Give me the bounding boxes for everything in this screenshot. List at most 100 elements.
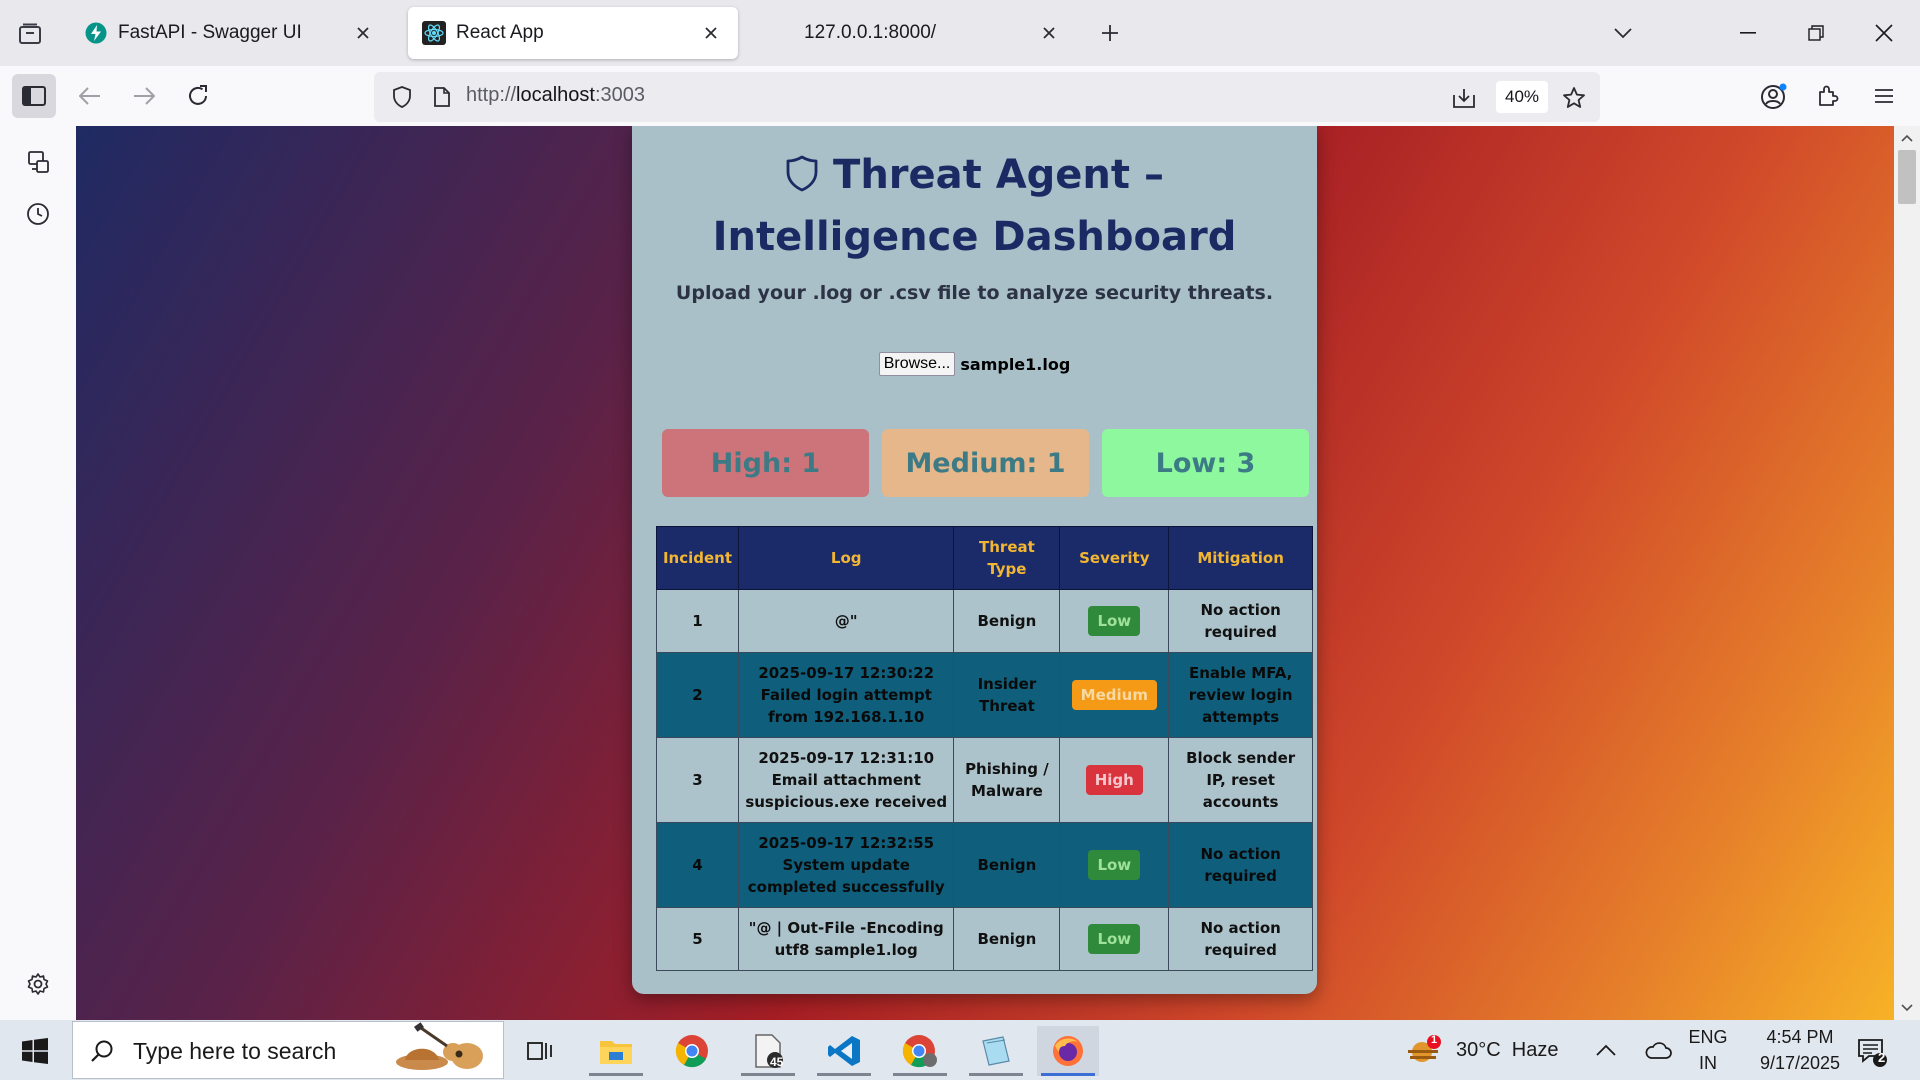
browse-button[interactable]: Browse...	[878, 352, 956, 376]
save-page-button[interactable]	[1446, 80, 1482, 116]
page-scrollbar[interactable]	[1894, 126, 1920, 1020]
page-viewport: Threat Agent – Intelligence Dashboard Up…	[76, 126, 1894, 1020]
mitigation-cell: No action required	[1168, 589, 1313, 653]
url-prefix: http://	[466, 84, 517, 106]
task-view-button[interactable]	[509, 1026, 571, 1076]
synced-tabs-button[interactable]	[18, 142, 58, 182]
bookmark-button[interactable]	[1556, 80, 1592, 116]
selected-file-name: sample1.log	[960, 354, 1071, 374]
files-app[interactable]: 45	[737, 1026, 799, 1076]
severity-cell: Low	[1059, 822, 1170, 908]
notification-count: 2	[1878, 1050, 1886, 1065]
close-icon[interactable]	[350, 20, 376, 46]
arrow-right-icon	[134, 87, 155, 105]
cloud-icon	[1645, 1042, 1672, 1059]
chevron-up-icon	[1596, 1044, 1616, 1056]
mitigation-cell: No action required	[1168, 907, 1313, 971]
severity-cell: Low	[1059, 589, 1170, 653]
notification-center-button[interactable]: 2	[1852, 1032, 1892, 1072]
table-row: 5 "@ | Out-File -Encoding utf8 sample1.l…	[656, 907, 1313, 971]
menu-button[interactable]	[1862, 74, 1906, 118]
scrollbar-thumb[interactable]	[1898, 150, 1916, 204]
new-tab-button[interactable]	[1091, 14, 1129, 52]
star-icon	[1563, 87, 1585, 108]
scroll-down-arrow-icon[interactable]	[1894, 996, 1920, 1020]
running-indicator	[817, 1073, 871, 1076]
windows-taskbar: Type here to search 45 1 30°C Haze ENG I…	[0, 1020, 1920, 1080]
dashboard-card: Threat Agent – Intelligence Dashboard Up…	[632, 126, 1317, 994]
account-icon	[1761, 83, 1787, 109]
file-count-badge: 45	[770, 1055, 784, 1069]
medium-severity-count: Medium: 1	[882, 429, 1089, 497]
page-info-icon[interactable]	[426, 81, 458, 113]
tab-label: FastAPI - Swagger UI	[118, 22, 302, 43]
page-title: Threat Agent – Intelligence Dashboard	[652, 146, 1297, 266]
account-button[interactable]	[1752, 74, 1796, 118]
back-button[interactable]	[68, 74, 112, 118]
tracking-protection-shield-icon[interactable]	[386, 81, 418, 113]
mitigation-cell: No action required	[1168, 822, 1313, 908]
download-icon	[1453, 89, 1475, 108]
input-language-indicator[interactable]: ENG IN	[1686, 1024, 1730, 1076]
list-all-tabs-button[interactable]	[1604, 14, 1642, 52]
restore-button[interactable]	[1788, 10, 1844, 56]
threat-type-cell: Insider Threat	[953, 652, 1061, 738]
weather-alert-badge: 1	[1431, 1034, 1438, 1046]
history-button[interactable]	[18, 194, 58, 234]
show-hidden-icons-button[interactable]	[1596, 1020, 1616, 1080]
tab-react-app[interactable]: React App	[408, 7, 738, 59]
column-header-log: Log	[737, 526, 955, 590]
running-indicator	[893, 1073, 947, 1076]
firefox-view-button[interactable]	[10, 14, 50, 54]
address-bar[interactable]: http://localhost:3003 40%	[374, 72, 1600, 122]
threat-type-cell: Benign	[953, 907, 1061, 971]
tab-localhost-8000[interactable]: 127.0.0.1:8000/	[756, 7, 1076, 59]
low-severity-count: Low: 3	[1102, 429, 1309, 497]
severity-badge: Medium	[1071, 680, 1157, 710]
sidebar-toggle-button[interactable]	[12, 74, 56, 118]
firefox-app[interactable]	[1037, 1026, 1099, 1076]
weather-widget[interactable]: 1 30°C Haze	[1406, 1020, 1559, 1080]
onedrive-button[interactable]	[1644, 1020, 1672, 1080]
notepad-app[interactable]	[965, 1026, 1027, 1076]
table-row: 2 2025-09-17 12:30:22 Failed login attem…	[656, 652, 1313, 738]
close-icon	[1875, 24, 1893, 42]
column-header-mitigation: Mitigation	[1168, 526, 1313, 590]
url-text[interactable]: http://localhost:3003	[466, 84, 645, 107]
extensions-button[interactable]	[1806, 74, 1850, 118]
minimize-button[interactable]	[1720, 10, 1776, 56]
table-row: 3 2025-09-17 12:31:10 Email attachment s…	[656, 737, 1313, 823]
file-explorer-app[interactable]	[585, 1026, 647, 1076]
page-subtitle: Upload your .log or .csv file to analyze…	[675, 282, 1274, 304]
sidebar-settings-button[interactable]	[18, 964, 58, 1004]
firefox-view-icon	[19, 23, 41, 44]
high-severity-count: High: 1	[662, 429, 869, 497]
chrome-profile-app[interactable]	[889, 1026, 951, 1076]
scroll-up-arrow-icon[interactable]	[1894, 126, 1920, 150]
zoom-reset-button[interactable]: 40%	[1496, 81, 1548, 113]
log-cell: 2025-09-17 12:32:55 System update comple…	[737, 822, 955, 908]
close-icon[interactable]	[1036, 20, 1062, 46]
reload-button[interactable]	[176, 74, 220, 118]
close-icon[interactable]	[698, 20, 724, 46]
chrome-app[interactable]	[661, 1026, 723, 1076]
log-cell: 2025-09-17 12:30:22 Failed login attempt…	[737, 652, 955, 738]
incident-cell: 5	[656, 907, 739, 971]
weather-icon: 1	[1406, 1034, 1442, 1066]
plus-icon	[1102, 25, 1118, 41]
column-header-threat-type: Threat Type	[953, 526, 1061, 590]
threat-type-cell: Benign	[953, 589, 1061, 653]
synced-devices-icon	[28, 151, 49, 173]
taskbar-clock[interactable]: 4:54 PM 9/17/2025	[1740, 1024, 1860, 1076]
close-window-button[interactable]	[1856, 10, 1912, 56]
forward-button[interactable]	[122, 74, 166, 118]
tab-label: React App	[456, 22, 544, 43]
taskbar-search-box[interactable]: Type here to search	[72, 1021, 504, 1079]
vscode-icon	[828, 1036, 860, 1066]
vscode-app[interactable]	[813, 1026, 875, 1076]
restore-icon	[1808, 25, 1824, 41]
start-button[interactable]	[14, 1030, 56, 1072]
tab-fastapi[interactable]: FastAPI - Swagger UI	[70, 7, 390, 59]
tab-label: 127.0.0.1:8000/	[804, 22, 937, 43]
search-icon	[87, 1036, 117, 1066]
